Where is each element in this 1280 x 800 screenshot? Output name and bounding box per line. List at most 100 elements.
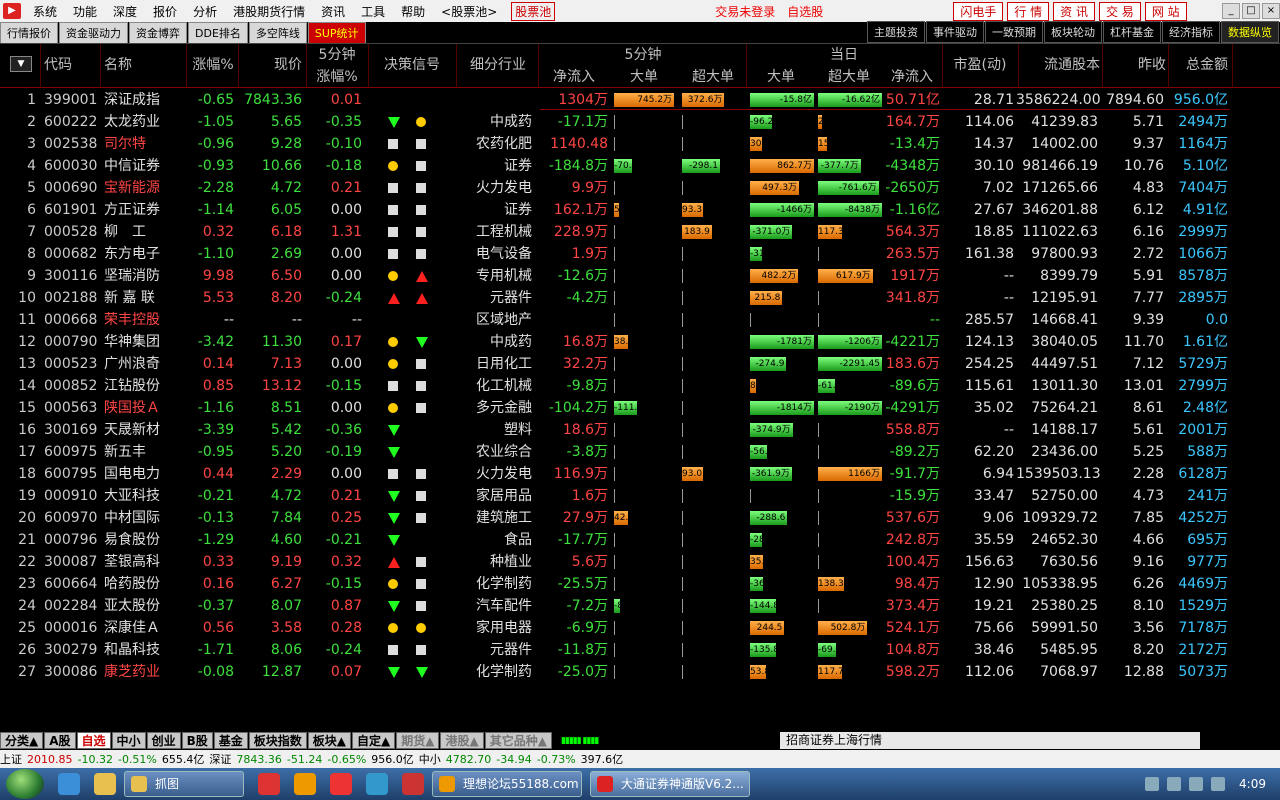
table-row[interactable]: 15 000563 陕国投Ａ -1.16 8.51 0.00 多元金融 -104.2万 -111… <box>0 397 1280 419</box>
col-super-5min[interactable]: 超大单 <box>680 66 746 88</box>
tab-a-shares[interactable]: A股 <box>44 732 76 749</box>
table-row[interactable]: 27 300086 康芝药业 -0.08 12.87 0.07 化学制药 -25.0万 53.8… <box>0 661 1280 683</box>
menu-item-system[interactable]: 系统 <box>25 3 65 20</box>
menu-item-tools[interactable]: 工具 <box>353 3 393 20</box>
table-row[interactable]: 8 000682 东方电子 -1.10 2.69 0.00 电气设备 1.9万 -31.1万 26… <box>0 243 1280 265</box>
col-super-today[interactable]: 超大单 <box>816 66 882 88</box>
sort-menu-icon[interactable]: ▼ <box>10 56 32 72</box>
tab-data-overview[interactable]: 数据纵览 <box>1221 21 1279 43</box>
table-row[interactable]: 5 000690 宝新能源 -2.28 4.72 0.21 火力发电 9.9万 497.3万 -7… <box>0 177 1280 199</box>
tab-fund-game[interactable]: 资金博弈 <box>129 22 187 43</box>
security-icon[interactable] <box>1211 777 1226 791</box>
col-big-5min[interactable]: 大单 <box>610 66 678 88</box>
taskbar-item-screenshot[interactable]: 抓图 <box>124 771 244 797</box>
table-row[interactable]: 18 600795 国电电力 0.44 2.29 0.00 火力发电 116.9万 93.0万 -… <box>0 463 1280 485</box>
table-row[interactable]: 19 000910 大亚科技 -0.21 4.72 0.21 家居用品 1.6万 -15.9万 3… <box>0 485 1280 507</box>
tab-sup-stats[interactable]: SUP统计 <box>307 22 366 43</box>
news-button[interactable]: 资 讯 <box>1053 1 1095 21</box>
taskbar-item-forum[interactable]: 理想论坛55188.com <box>432 771 582 797</box>
start-button-icon[interactable] <box>6 769 44 799</box>
table-row[interactable]: 17 600975 新五丰 -0.95 5.20 -0.19 农业综合 -3.8万 -56.7万… <box>0 441 1280 463</box>
table-row[interactable]: 1 399001 深证成指 -0.65 7843.36 0.01 1304万 745.2万 37… <box>0 89 1280 111</box>
menu-item-function[interactable]: 功能 <box>65 3 105 20</box>
firefox-icon[interactable] <box>294 773 316 795</box>
table-row[interactable]: 3 002538 司尔特 -0.96 9.28 -0.10 农药化肥 1140.48 30.3万… <box>0 133 1280 155</box>
tab-dde-rank[interactable]: DDE排名 <box>188 22 248 43</box>
bluetooth-icon[interactable] <box>1189 777 1204 791</box>
table-row[interactable]: 24 002284 亚太股份 -0.37 8.07 0.87 汽车配件 -7.2万 -8.0万 -… <box>0 595 1280 617</box>
tab-quotes[interactable]: 行情报价 <box>0 22 58 43</box>
stock-pool-button[interactable]: 股票池 <box>511 1 556 21</box>
table-row[interactable]: 7 000528 柳 工 0.32 6.18 1.31 工程机械 228.9万 183.9万 -3… <box>0 221 1280 243</box>
app-icon[interactable] <box>258 773 280 795</box>
tab-futures[interactable]: 期货▲ <box>396 732 440 749</box>
table-row[interactable]: 10 002188 新 嘉 联 5.53 8.20 -0.24 元器件 -4.2万 215.8万… <box>0 287 1280 309</box>
minimize-button[interactable]: _ <box>1222 3 1240 19</box>
menu-item-depth[interactable]: 深度 <box>105 3 145 20</box>
col-industry[interactable]: 细分行业 <box>460 54 536 76</box>
tab-category[interactable]: 分类▲ <box>0 732 44 749</box>
self-pick-link[interactable]: 自选股 <box>787 3 823 20</box>
tab-other[interactable]: 其它品种▲ <box>484 732 552 749</box>
col-name[interactable]: 名称 <box>104 54 174 76</box>
maximize-button[interactable]: □ <box>1242 3 1260 19</box>
col-decision-signal[interactable]: 决策信号 <box>372 54 452 76</box>
tab-sectors[interactable]: 板块▲ <box>307 732 351 749</box>
tab-b-shares[interactable]: B股 <box>181 732 213 749</box>
tab-economic-indicators[interactable]: 经济指标 <box>1162 21 1220 43</box>
menu-item-analysis[interactable]: 分析 <box>185 3 225 20</box>
table-row[interactable]: 6 601901 方正证券 -1.14 6.05 0.00 证券 162.1万 5.9万 93.3… <box>0 199 1280 221</box>
explorer-icon[interactable] <box>94 773 116 795</box>
menu-item-stock-pool-dropdown[interactable]: <股票池> <box>433 3 505 20</box>
col-pe[interactable]: 市盈(动) <box>944 54 1016 76</box>
tab-sector-index[interactable]: 板块指数 <box>248 732 307 749</box>
menu-item-quote[interactable]: 报价 <box>145 3 185 20</box>
col-price[interactable]: 现价 <box>240 54 302 76</box>
flash-trade-button[interactable]: 闪电手 <box>953 1 1004 21</box>
table-row[interactable]: 12 000790 华神集团 -3.42 11.30 0.17 中成药 16.8万 38.7万 -… <box>0 331 1280 353</box>
col-prev-close[interactable]: 昨收 <box>1104 54 1166 76</box>
tab-long-short[interactable]: 多空阵线 <box>248 22 307 43</box>
qq-icon[interactable] <box>330 773 352 795</box>
table-row[interactable]: 25 000016 深康佳Ａ 0.56 3.58 0.28 家用电器 -6.9万 244.5万 5… <box>0 617 1280 639</box>
tab-custom[interactable]: 自定▲ <box>352 732 396 749</box>
table-row[interactable]: 4 600030 中信证券 -0.93 10.66 -0.18 证券 -184.8万 -70.4… <box>0 155 1280 177</box>
tab-funds[interactable]: 基金 <box>213 732 248 749</box>
tab-event-driven[interactable]: 事件驱动 <box>926 21 984 43</box>
menu-item-help[interactable]: 帮助 <box>393 3 433 20</box>
col-float-shares[interactable]: 流通股本 <box>1020 54 1100 76</box>
tab-fund-drive[interactable]: 资金驱动力 <box>59 22 128 43</box>
tab-self-selected[interactable]: 自选 <box>76 732 111 749</box>
tab-chinext[interactable]: 创业 <box>146 732 181 749</box>
table-row[interactable]: 9 300116 坚瑞消防 9.98 6.50 0.00 专用机械 -12.6万 482.2万 6… <box>0 265 1280 287</box>
tab-sme[interactable]: 中小 <box>111 732 146 749</box>
menu-item-hk-futures[interactable]: 港股期货行情 <box>225 3 313 20</box>
tab-sector-rotation[interactable]: 板块轮动 <box>1044 21 1102 43</box>
table-row[interactable]: 21 000796 易食股份 -1.29 4.60 -0.21 食品 -17.7万 -28.6万… <box>0 529 1280 551</box>
tab-consensus[interactable]: 一致预期 <box>985 21 1043 43</box>
col-amount[interactable]: 总金额 <box>1170 54 1228 76</box>
col-net-inflow-5min[interactable]: 净流入 <box>540 66 608 88</box>
col-code[interactable]: 代码 <box>44 54 94 76</box>
trade-login-status[interactable]: 交易未登录 <box>715 3 775 20</box>
col-big-today[interactable]: 大单 <box>748 66 814 88</box>
ie-icon[interactable] <box>58 773 80 795</box>
menu-item-news[interactable]: 资讯 <box>313 3 353 20</box>
tab-hk-stocks[interactable]: 港股▲ <box>440 732 484 749</box>
tool-icon[interactable] <box>402 773 424 795</box>
volume-icon[interactable] <box>1167 777 1182 791</box>
table-row[interactable]: 26 300279 和晶科技 -1.71 8.06 -0.24 元器件 -11.8万 -135.… <box>0 639 1280 661</box>
table-row[interactable]: 11 000668 荣丰控股 -- -- -- 区域地产 -- 285.57 14668.41 9.… <box>0 309 1280 331</box>
table-row[interactable]: 23 600664 哈药股份 0.16 6.27 -0.15 化学制药 -25.5万 -36.6… <box>0 573 1280 595</box>
table-row[interactable]: 14 000852 江钻股份 0.85 13.12 -0.15 化工机械 -9.8万 8.5万 -… <box>0 375 1280 397</box>
table-row[interactable]: 2 600222 太龙药业 -1.05 5.65 -0.35 中成药 -17.1万 -96.2万… <box>0 111 1280 133</box>
table-row[interactable]: 16 300169 天晟新材 -3.39 5.42 -0.36 塑料 18.6万 -374.9万… <box>0 419 1280 441</box>
website-button[interactable]: 网 站 <box>1144 1 1187 21</box>
col-change-pct[interactable]: 涨幅% <box>190 54 236 76</box>
tab-theme-invest[interactable]: 主题投资 <box>867 21 925 43</box>
table-row[interactable]: 13 000523 广州浪奇 0.14 7.13 0.00 日用化工 32.2万 -274.9万… <box>0 353 1280 375</box>
clock[interactable]: 4:09 <box>1239 777 1266 791</box>
table-row[interactable]: 22 300087 荃银高科 0.33 9.19 0.32 种植业 5.6万 35.4万 100.… <box>0 551 1280 573</box>
table-row[interactable]: 20 600970 中材国际 -0.13 7.84 0.25 建筑施工 27.9万 42.3万 -… <box>0 507 1280 529</box>
market-button[interactable]: 行 情 <box>1007 1 1050 21</box>
